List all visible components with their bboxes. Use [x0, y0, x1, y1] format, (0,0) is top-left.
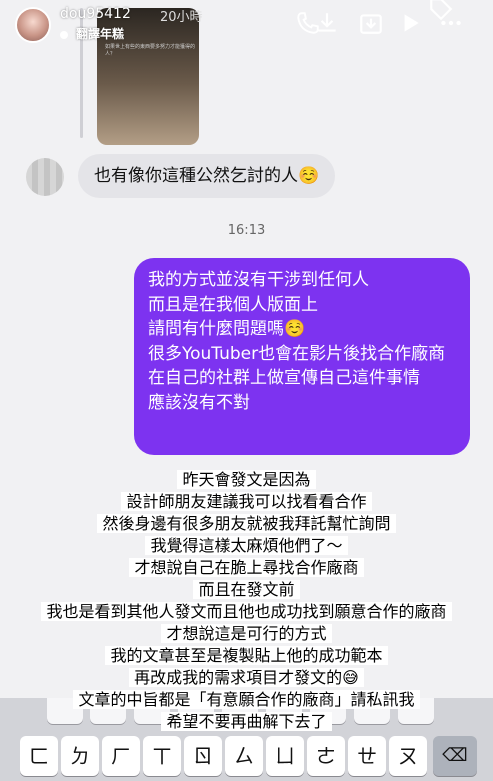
- save-icon[interactable]: [358, 10, 384, 36]
- profile-avatar[interactable]: [15, 7, 51, 43]
- key-e[interactable]: ㄜ: [307, 736, 345, 776]
- username[interactable]: dou95412: [60, 6, 131, 22]
- key-h[interactable]: ㄏ: [102, 736, 140, 776]
- outgoing-line: 很多YouTuber也會在影片後找合作廠商: [148, 343, 446, 364]
- overlay-line: 而且在發文前: [193, 580, 300, 599]
- overlay-line: 設計師朋友建議我可以找看看合作: [121, 492, 372, 511]
- overlay-line: 才想說這是可行的方式: [161, 624, 332, 643]
- story-text-overlay: 昨天會發文是因為 設計師朋友建議我可以找看看合作 然後身邊有很多朋友就被我拜託幫…: [10, 469, 483, 733]
- overlay-line: 文章的中旨都是「有意願合作的廠商」請私訊我: [73, 690, 420, 709]
- outgoing-line: 應該沒有不對: [148, 392, 250, 413]
- overlay-line: 再改成我的需求項目才發文的😅: [129, 668, 364, 687]
- incoming-message-bubble: 也有像你這種公然乞討的人☺️: [78, 154, 336, 198]
- key-r[interactable]: ㄖ: [184, 736, 222, 776]
- outgoing-message-bubble: 我的方式並沒有干涉到任何人 而且是在我個人版面上 請問有什麼問題嗎☺️ 很多Yo…: [134, 258, 470, 455]
- overlay-line: 才想說自己在脆上尋找合作廠商: [129, 558, 364, 577]
- story-header: dou95412 20小時 翻譯年糕: [0, 0, 493, 48]
- outgoing-line: 在自己的社群上做宣傳自己這件事情: [148, 368, 420, 388]
- outgoing-line: 我的方式並沒有干涉到任何人: [148, 270, 369, 290]
- key-yu[interactable]: ㄩ: [266, 736, 304, 776]
- translate-dot-icon: [60, 30, 68, 39]
- key-d[interactable]: ㄉ: [61, 736, 99, 776]
- key-ou[interactable]: ㄡ: [389, 736, 427, 776]
- overlay-line: 我覺得這樣太麻煩他們了～: [145, 536, 348, 555]
- story-screen: 如果世上有些的東西要多努力才能獲得的人？ 也有像你這種公然乞討的人☺️ 16:1…: [0, 0, 493, 781]
- post-time: 20小時: [160, 10, 203, 25]
- outgoing-line: 而且是在我個人版面上: [148, 294, 318, 315]
- download-icon[interactable]: [314, 10, 340, 36]
- overlay-line: 然後身邊有很多朋友就被我拜託幫忙詢問: [97, 514, 396, 533]
- overlay-line: 我的文章甚至是複製貼上他的成功範本: [105, 646, 388, 665]
- key-s[interactable]: ㄙ: [225, 736, 263, 776]
- overlay-line: 希望不要再曲解下去了: [161, 712, 332, 731]
- translate-label[interactable]: 翻譯年糕: [60, 25, 124, 42]
- message-timestamp: 16:13: [227, 223, 266, 238]
- overlay-line: 昨天會發文是因為: [177, 470, 316, 489]
- keyboard-row: ㄈ ㄉ ㄏ ㄒ ㄖ ㄙ ㄩ ㄜ ㄝ ㄡ ⌫: [0, 736, 493, 776]
- translate-text: 翻譯年糕: [76, 27, 125, 41]
- key-f[interactable]: ㄈ: [20, 736, 58, 776]
- overlay-line: 我也是看到其他人發文而且他也成功找到願意合作的廠商: [41, 602, 452, 621]
- delete-key[interactable]: ⌫: [433, 736, 477, 776]
- play-icon[interactable]: [397, 10, 423, 36]
- key-x[interactable]: ㄒ: [143, 736, 181, 776]
- more-icon[interactable]: [438, 10, 464, 36]
- key-eh[interactable]: ㄝ: [348, 736, 386, 776]
- sender-avatar[interactable]: [26, 158, 64, 196]
- outgoing-line: 請問有什麼問題嗎☺️: [148, 319, 306, 339]
